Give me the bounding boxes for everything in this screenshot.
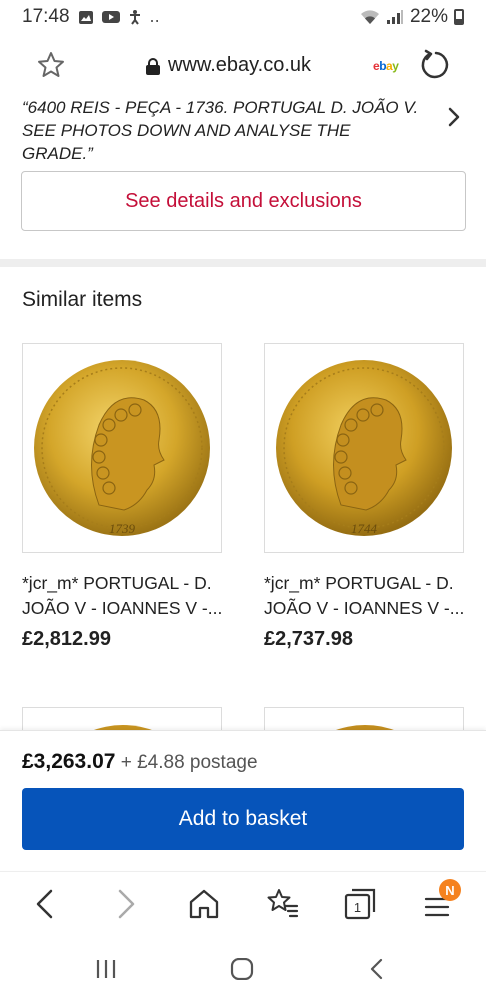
gallery-icon	[78, 10, 93, 24]
similar-item-title: *jcr_m* PORTUGAL - D. JOÃO V - IOANNES V…	[22, 571, 222, 621]
title-line: *jcr_m* PORTUGAL - D.	[264, 573, 454, 593]
lock-icon	[146, 57, 160, 75]
similar-item-card[interactable]: 1744 *jcr_m* PORTUGAL - D. JOÃO V - IOAN…	[264, 343, 464, 651]
url-field[interactable]: www.ebay.co.uk	[146, 54, 311, 77]
price-line: £3,263.07 + £4.88 postage	[22, 750, 258, 774]
coin-year: 1739	[109, 521, 136, 536]
gold-coin-image: 1739	[34, 360, 210, 536]
system-back-icon[interactable]	[368, 958, 386, 980]
similar-item-image[interactable]: 1739	[22, 343, 222, 553]
sticky-buy-bar: £3,263.07 + £4.88 postage Add to basket	[0, 730, 486, 870]
more-notifications-icon: ․․	[149, 9, 160, 26]
bookmark-star-icon[interactable]	[36, 50, 66, 80]
description-line-1: “6400 REIS - PEÇA - 1736. PORTUGAL D. JO…	[22, 98, 419, 117]
signal-icon	[386, 10, 403, 24]
status-time: 17:48	[22, 6, 70, 27]
add-to-basket-button[interactable]: Add to basket	[22, 788, 464, 850]
youtube-icon	[101, 11, 120, 23]
title-line: JOÃO V - IOANNES V -...	[22, 598, 222, 618]
status-bar: 17:48 ․․ 22%	[0, 0, 486, 34]
gold-coin-image: 1744	[276, 360, 452, 536]
tabs-icon[interactable]: 1	[342, 886, 378, 922]
menu-badge: N	[439, 879, 461, 901]
similar-item-price: £2,812.99	[22, 628, 111, 650]
tabs-count: 1	[354, 900, 361, 915]
title-line: *jcr_m* PORTUGAL - D.	[22, 573, 212, 593]
forward-icon[interactable]	[107, 886, 143, 922]
title-line: JOÃO V - IOANNES V -...	[264, 598, 464, 618]
wifi-icon	[360, 10, 379, 24]
similar-items-heading: Similar items	[22, 288, 143, 311]
item-price: £3,263.07	[22, 750, 116, 773]
chevron-right-icon[interactable]	[445, 106, 463, 128]
similar-item-card[interactable]: 1739 *jcr_m* PORTUGAL - D. JOÃO V - IOAN…	[22, 343, 222, 651]
item-description[interactable]: “6400 REIS - PEÇA - 1736. PORTUGAL D. JO…	[22, 96, 422, 165]
battery-icon	[454, 9, 464, 25]
home-icon[interactable]	[186, 886, 222, 922]
system-home-icon[interactable]	[230, 958, 254, 980]
url-text: www.ebay.co.uk	[168, 54, 312, 76]
browser-toolbar	[0, 871, 486, 935]
section-divider	[0, 259, 486, 267]
recent-apps-icon[interactable]	[94, 958, 118, 980]
reload-icon[interactable]	[420, 49, 452, 81]
coin-year: 1744	[351, 521, 378, 536]
ebay-logo: ebay	[373, 59, 399, 73]
similar-item-image[interactable]: 1744	[264, 343, 464, 553]
browser-url-bar: www.ebay.co.uk ebay	[0, 34, 486, 94]
similar-item-title: *jcr_m* PORTUGAL - D. JOÃO V - IOANNES V…	[264, 571, 464, 621]
bookmarks-icon[interactable]	[265, 886, 301, 922]
back-icon[interactable]	[28, 886, 64, 922]
similar-item-price: £2,737.98	[264, 628, 353, 650]
accessibility-icon	[129, 10, 140, 25]
postage-text: + £4.88 postage	[120, 752, 258, 773]
see-details-button[interactable]: See details and exclusions	[21, 171, 466, 231]
battery-percent: 22%	[409, 6, 448, 27]
description-line-2: SEE PHOTOS DOWN AND ANALYSE THE GRADE.”	[22, 121, 351, 163]
